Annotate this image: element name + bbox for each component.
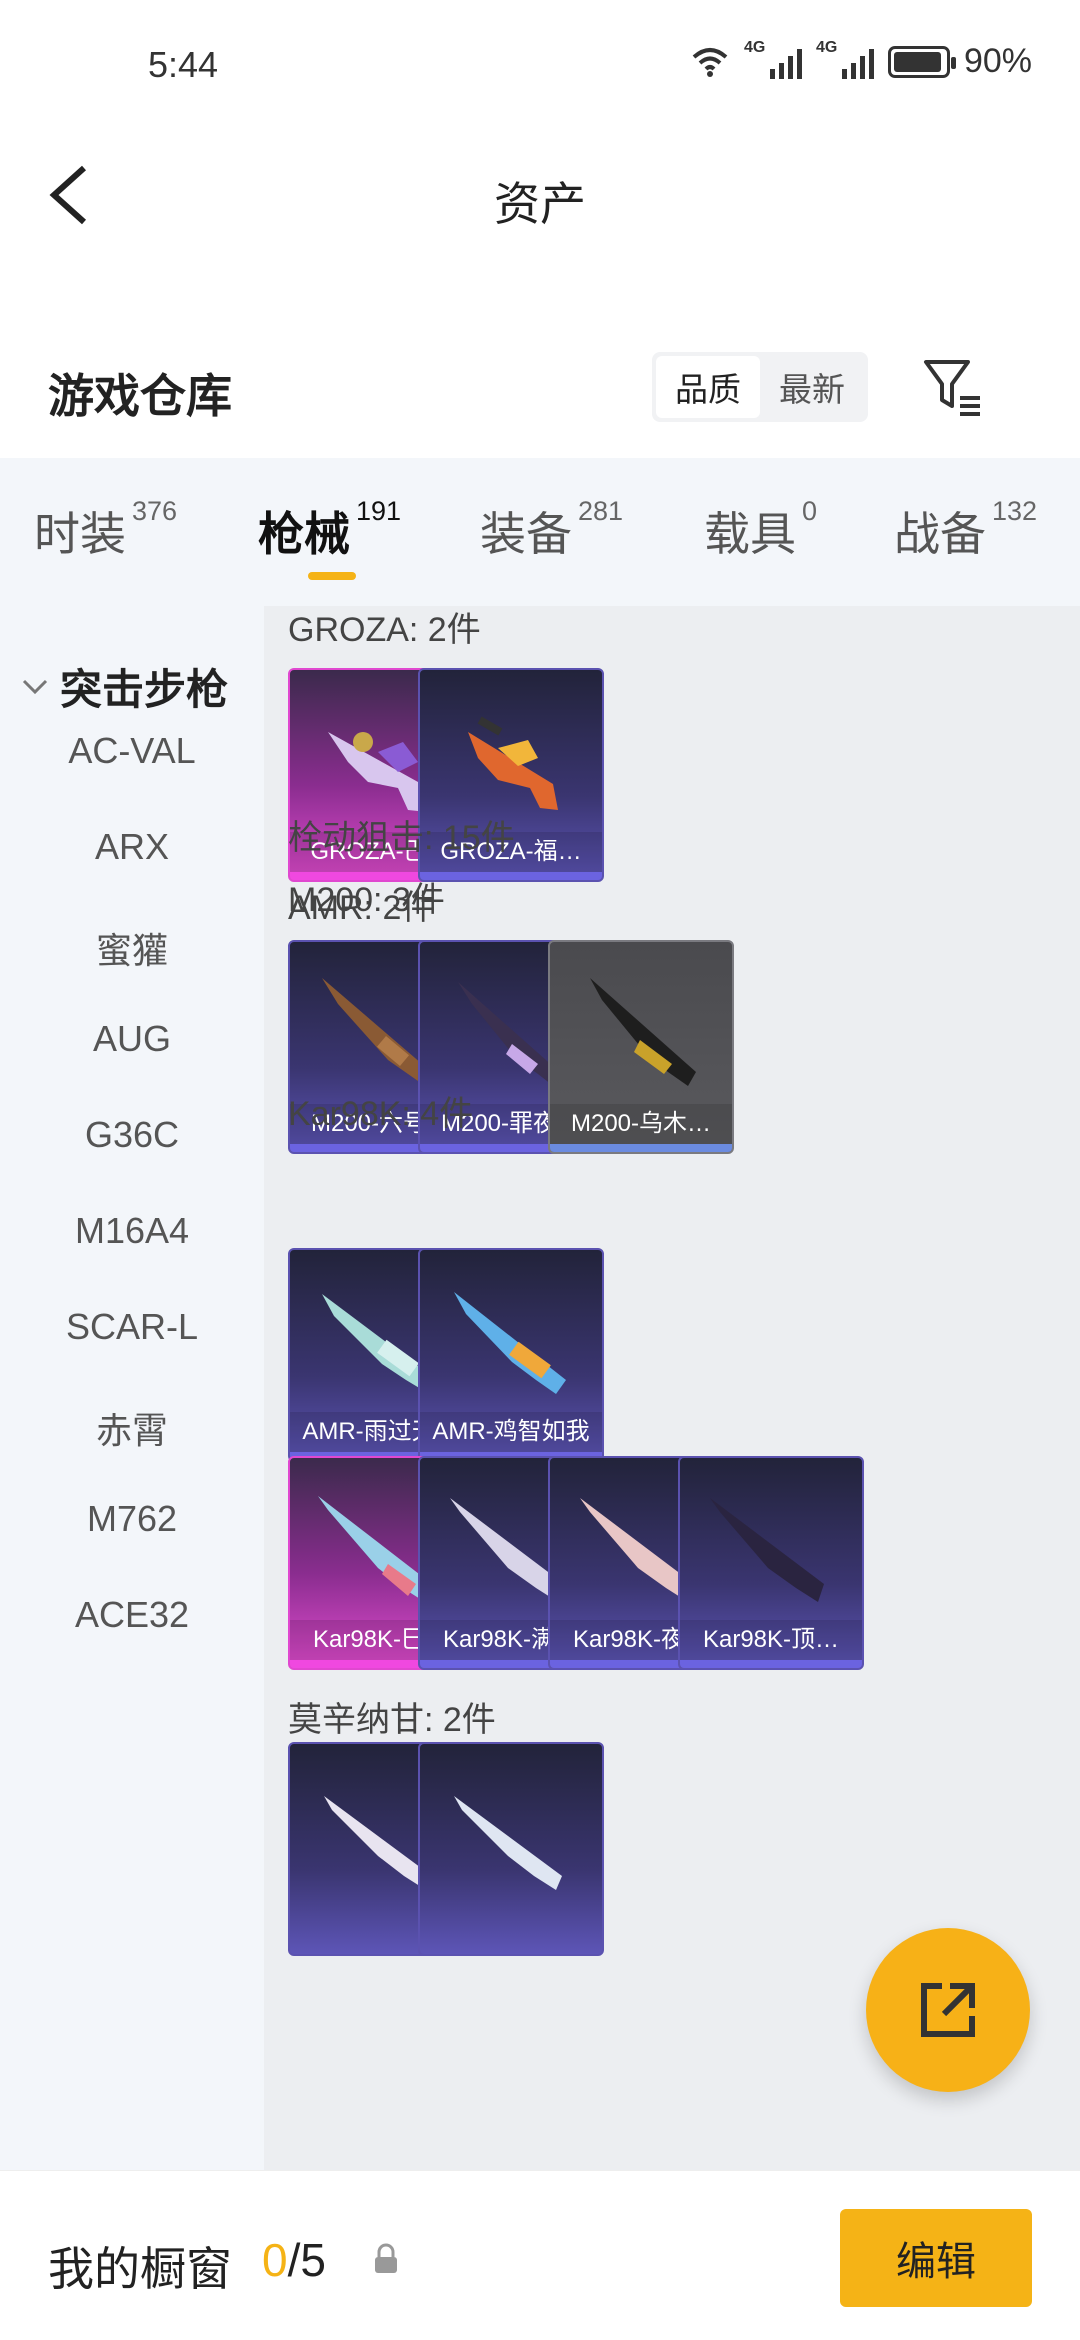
share-button[interactable] (866, 1928, 1030, 2092)
lock-icon (375, 2243, 397, 2273)
section-label-kar98k: Kar98K: 4件 (288, 1095, 474, 1133)
sidebar-item[interactable]: M762 (0, 1498, 264, 1540)
chevron-down-icon (22, 679, 48, 694)
sidebar-group-assault-rifle[interactable]: 突击步枪 (20, 656, 228, 717)
showcase-count: 0/5 (262, 2234, 326, 2286)
sidebar-item[interactable]: 蜜獾 (0, 922, 264, 974)
sidebar-item[interactable]: ARX (0, 826, 264, 868)
sidebar-item[interactable]: AC-VAL (0, 730, 264, 772)
sort-quality-option[interactable]: 品质 (656, 356, 760, 418)
active-tab-indicator (308, 572, 356, 580)
filter-icon[interactable] (922, 356, 984, 418)
category-tabs: 时装 376 枪械 191 装备 281 载具 0 战备 132 (0, 458, 1080, 606)
sidebar-item[interactable]: SCAR-L (0, 1306, 264, 1348)
sort-toggle: 品质 最新 (652, 352, 868, 422)
section-label-bolt-action: 栓动狙击: 15件 (288, 819, 515, 857)
sidebar-item[interactable]: 赤霄 (0, 1402, 264, 1454)
share-external-icon (921, 1983, 975, 2037)
tab-fashion[interactable]: 时装 376 (34, 496, 177, 564)
kar98k-skin-icon (710, 1498, 824, 1602)
tab-supplies[interactable]: 战备 132 (894, 496, 1037, 564)
section-label-mosin: 莫辛纳甘: 2件 (288, 1701, 496, 1739)
weapon-card[interactable] (418, 1742, 604, 1956)
cell-signal-2-icon: 4G (816, 39, 874, 79)
edit-button[interactable]: 编辑 (840, 2209, 1032, 2307)
tab-vehicles[interactable]: 载具 0 (704, 496, 817, 564)
app-header: 资产 (0, 130, 1080, 260)
weapon-card[interactable]: Kar98K-顶… (678, 1456, 864, 1670)
mosin-skin-icon (454, 1796, 562, 1890)
tab-firearms[interactable]: 枪械 191 (258, 496, 401, 564)
m200-skin-icon (590, 978, 696, 1086)
warehouse-title: 游戏仓库 (48, 370, 232, 422)
battery-icon (887, 45, 956, 78)
cell-signal-1-icon: 4G (744, 39, 802, 79)
sidebar-item[interactable]: M16A4 (0, 1210, 264, 1252)
sort-newest-option[interactable]: 最新 (760, 356, 864, 418)
status-icons: 4G 4G 90% (690, 39, 1032, 81)
sidebar-item[interactable]: AUG (0, 1018, 264, 1060)
sidebar-item[interactable]: ACE32 (0, 1594, 264, 1636)
weapon-category-sidebar: 突击步枪 AC-VAL ARX 蜜獾 AUG G36C M16A4 SCAR-L… (0, 606, 264, 2170)
amr-skin-icon (454, 1292, 566, 1394)
page-title: 资产 (494, 178, 586, 230)
sidebar-item[interactable]: G36C (0, 1114, 264, 1156)
tab-equipment[interactable]: 装备 281 (480, 496, 623, 564)
wifi-icon (692, 47, 728, 77)
battery-percent: 90% (963, 42, 1032, 80)
section-label-groza: GROZA: 2件 (288, 611, 481, 649)
weapon-card[interactable]: AMR-鸡智如我 (418, 1248, 604, 1462)
bottom-showcase-bar: 我的橱窗 0/5 编辑 (0, 2170, 1080, 2340)
status-time: 5:44 (148, 44, 219, 85)
weapon-card[interactable]: M200-乌木… (548, 940, 734, 1154)
section-label-amr: AMR: 2件 (288, 889, 436, 927)
showcase-label: 我的橱窗 (48, 2243, 232, 2295)
status-bar: 5:44 4G 4G 90% (0, 0, 1080, 130)
